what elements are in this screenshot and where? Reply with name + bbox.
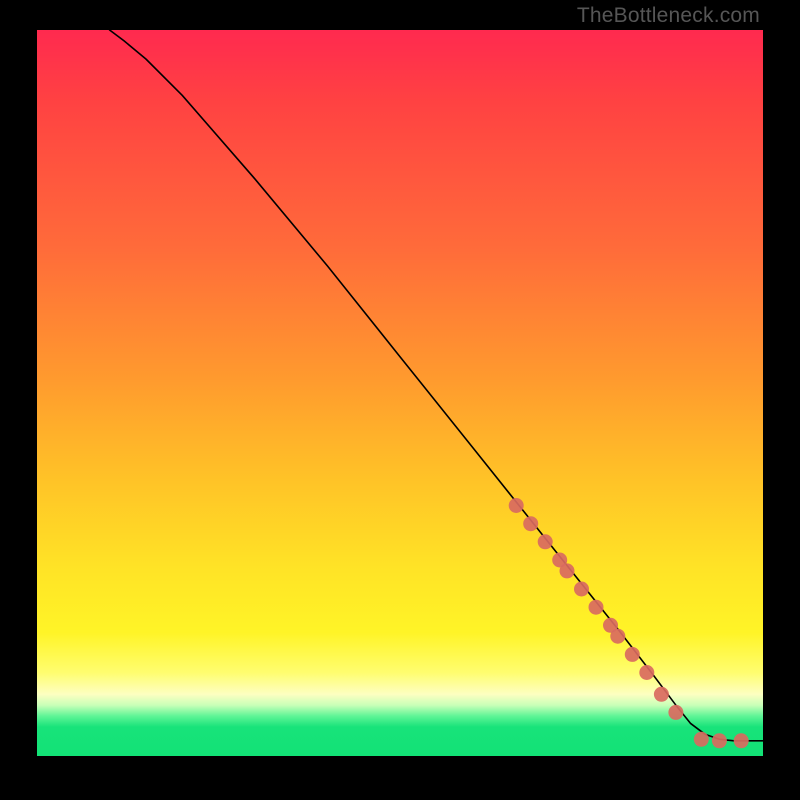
- highlight-dot: [523, 516, 538, 531]
- highlight-dot: [654, 687, 669, 702]
- chart-svg: [37, 30, 763, 756]
- chart-plot-area: [37, 30, 763, 756]
- highlight-dot: [610, 629, 625, 644]
- highlight-dot: [668, 705, 683, 720]
- highlight-dot: [625, 647, 640, 662]
- highlight-dot: [509, 498, 524, 513]
- highlight-dot-group: [509, 498, 749, 748]
- highlight-dot: [734, 733, 749, 748]
- highlight-dot: [560, 563, 575, 578]
- highlight-dot: [589, 600, 604, 615]
- highlight-dot: [574, 582, 589, 597]
- highlight-dot: [639, 665, 654, 680]
- highlight-dot: [712, 733, 727, 748]
- chart-curve: [110, 30, 763, 741]
- watermark-text: TheBottleneck.com: [577, 4, 760, 28]
- highlight-dot: [694, 732, 709, 747]
- highlight-dot: [538, 534, 553, 549]
